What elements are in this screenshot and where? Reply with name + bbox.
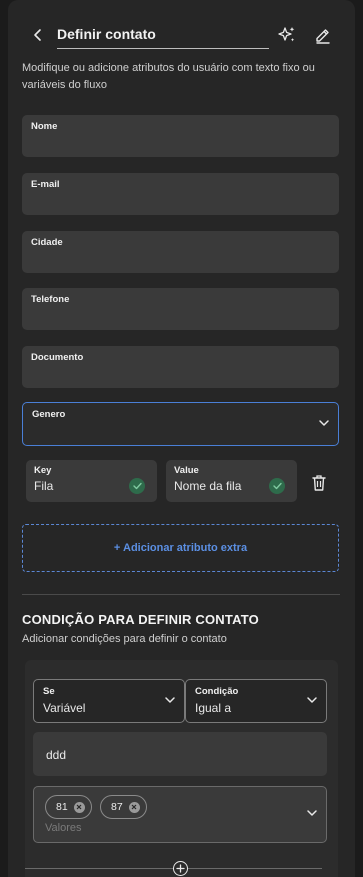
variable-value: ddd [46, 748, 67, 762]
close-icon[interactable] [73, 801, 85, 813]
page-title: Definir contato [57, 26, 156, 42]
chip-label: 87 [111, 801, 123, 813]
check-circle-icon [269, 478, 285, 494]
value-chip: 87 [100, 795, 147, 819]
add-extra-attribute-button[interactable]: + Adicionar atributo extra [22, 524, 339, 572]
value-label: Value [174, 465, 199, 476]
chevron-down-icon [307, 697, 317, 703]
sparkles-icon [278, 27, 295, 42]
chip-label: 81 [56, 801, 68, 813]
field-label: Genero [32, 409, 66, 420]
field-label: Cidade [31, 237, 63, 248]
pencil-icon [316, 29, 330, 44]
conditions-description: Adicionar condições para definir o conta… [22, 633, 227, 645]
values-multiselect[interactable]: 81 87 Valores [33, 786, 327, 843]
city-field[interactable]: Cidade [22, 231, 339, 273]
chevron-left-icon [34, 29, 41, 41]
title-input[interactable]: Definir contato [57, 18, 269, 49]
check-circle-icon [129, 478, 145, 494]
field-label: E-mail [31, 179, 60, 190]
document-field[interactable]: Documento [22, 346, 339, 388]
se-label: Se [43, 686, 55, 697]
email-field[interactable]: E-mail [22, 173, 339, 215]
extra-attribute-key-field[interactable]: Key Fila [26, 460, 157, 502]
field-label: Nome [31, 121, 58, 132]
name-field[interactable]: Nome [22, 115, 339, 157]
chevron-down-icon [165, 697, 175, 703]
panel-description: Modifique ou adicione atributos do usuár… [22, 62, 315, 91]
extra-attribute-value-field[interactable]: Value Nome da fila [166, 460, 297, 502]
back-button[interactable] [28, 23, 48, 47]
delete-attribute-button[interactable] [311, 474, 327, 492]
key-label: Key [34, 465, 52, 476]
trash-icon [312, 475, 326, 491]
values-placeholder: Valores [45, 822, 82, 834]
key-value: Fila [34, 479, 54, 493]
close-icon[interactable] [128, 801, 140, 813]
panel-header: Definir contato [8, 18, 355, 52]
se-select[interactable]: Se Variável [33, 679, 185, 723]
se-value: Variável [43, 701, 86, 715]
chevron-down-icon [307, 810, 317, 816]
phone-field[interactable]: Telefone [22, 288, 339, 330]
plus-icon [176, 864, 185, 873]
field-label: Documento [31, 352, 84, 363]
condition-select[interactable]: Condição Igual a [185, 679, 327, 723]
variable-input[interactable]: ddd [33, 732, 327, 776]
condition-value: Igual a [195, 701, 232, 715]
gender-select[interactable]: Genero [22, 402, 339, 446]
add-condition-button[interactable] [173, 861, 188, 876]
conditions-title: CONDIÇÃO PARA DEFINIR CONTATO [22, 612, 259, 627]
edit-button[interactable] [312, 24, 334, 46]
section-divider [22, 594, 340, 595]
value-chip: 81 [45, 795, 92, 819]
sparkles-button[interactable] [276, 24, 298, 46]
set-contact-panel: Definir contato Modifique ou adicione at… [8, 0, 355, 877]
chevron-down-icon [319, 420, 329, 426]
condition-label: Condição [195, 686, 239, 697]
value-value: Nome da fila [174, 479, 242, 493]
field-label: Telefone [31, 294, 70, 305]
